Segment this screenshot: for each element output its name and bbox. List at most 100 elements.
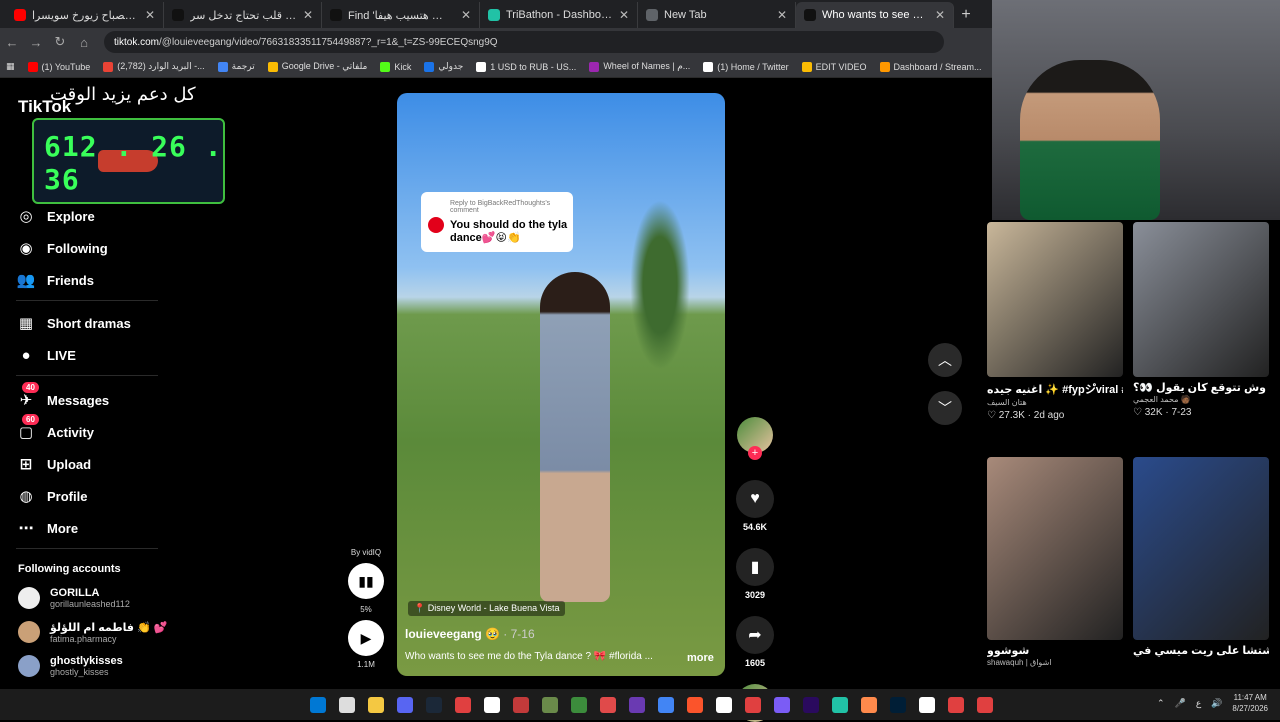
- bookmark-item[interactable]: (2,782) البريد الوارد -...: [103, 61, 205, 72]
- taskbar-app-icon[interactable]: [513, 696, 529, 713]
- close-icon[interactable]: ✕: [619, 8, 629, 22]
- browser-tab[interactable]: امرأة مريضة قلب تحتاج تدخل سر... ✕: [164, 2, 322, 28]
- video-thumbnail[interactable]: [987, 222, 1123, 377]
- bookmarks-bar: ▦ (1) YouTube (2,782) البريد الوارد -... ت…: [0, 56, 992, 78]
- bookmark-item[interactable]: Wheel of Names | م...: [589, 61, 690, 72]
- taskbar-app-icon[interactable]: [484, 696, 500, 713]
- taskbar-app-icon[interactable]: [948, 696, 964, 713]
- browser-tab[interactable]: TriBathon - Dashboard ✕: [480, 2, 638, 28]
- bookmark-favicon-icon: [801, 61, 812, 72]
- video-thumbnail[interactable]: [1133, 222, 1269, 377]
- browser-tab[interactable]: Find 'نفسك فيه مش هتسيب هيفا'... ✕: [322, 2, 480, 28]
- forward-icon[interactable]: →: [24, 35, 48, 50]
- taskbar-app-icon[interactable]: [571, 696, 587, 713]
- sidebar-item-activity[interactable]: ▢ 60 Activity: [16, 414, 158, 448]
- following-account[interactable]: GORILLA gorillaunleashed112: [18, 581, 168, 615]
- taskbar-app-icon[interactable]: [687, 696, 703, 713]
- taskbar-app-icon[interactable]: [716, 696, 732, 713]
- taskbar-app-icon[interactable]: [919, 696, 935, 713]
- taskbar-app-icon[interactable]: [629, 696, 645, 713]
- following-account[interactable]: ghostlykisses ghostly_kisses: [18, 649, 168, 683]
- windows-start-icon[interactable]: [310, 696, 326, 713]
- following-account[interactable]: فاطمه ام اللؤلؤ 👏 💕 fatima.pharmacy: [18, 615, 168, 649]
- browser-tab[interactable]: فيروزيات الصباح زيورخ سويسرا |... ✕: [6, 2, 164, 28]
- close-icon[interactable]: ✕: [777, 8, 787, 22]
- follow-plus-icon[interactable]: +: [748, 446, 762, 460]
- sidebar-item-profile[interactable]: ◍ Profile: [16, 480, 158, 512]
- bookmark-item[interactable]: Dashboard / Stream...: [879, 61, 982, 72]
- video-thumbnail[interactable]: [987, 457, 1123, 640]
- like-count: 27.3K: [998, 410, 1025, 421]
- play-button[interactable]: ▶: [348, 620, 384, 656]
- bookmark-item[interactable]: ترجمة: [217, 61, 255, 72]
- chevron-down-icon[interactable]: ﹀: [928, 391, 962, 425]
- sidebar-item-explore[interactable]: ◎ Explore: [16, 200, 158, 232]
- taskbar-app-icon[interactable]: [745, 696, 761, 713]
- taskbar-app-icon[interactable]: [977, 696, 993, 713]
- taskbar-app-icon[interactable]: [774, 696, 790, 713]
- sidebar-item-friends[interactable]: 👥 Friends: [16, 264, 158, 296]
- subathon-timer-widget: 612 . 26 . 36: [32, 118, 225, 204]
- bookmark-item[interactable]: (1) YouTube: [27, 61, 90, 72]
- address-bar[interactable]: tiktok.com /@louieveegang/video/76631833…: [104, 31, 944, 53]
- apps-icon[interactable]: ▦: [6, 61, 15, 72]
- location-tag[interactable]: 📍 Disney World - Lake Buena Vista: [408, 601, 566, 616]
- taskbar-app-icon[interactable]: [832, 696, 848, 713]
- new-tab-button[interactable]: +: [954, 2, 978, 28]
- taskbar-app-icon[interactable]: [861, 696, 877, 713]
- bookmark-item[interactable]: 1 USD to RUB - US...: [476, 61, 576, 72]
- taskbar-app-icon[interactable]: [600, 696, 616, 713]
- bookmark-label: Google Drive - ملفاتي: [281, 61, 368, 71]
- browser-tab[interactable]: New Tab ✕: [638, 2, 796, 28]
- bookmark-item[interactable]: EDIT VIDEO: [801, 61, 867, 72]
- volume-icon[interactable]: 🔊: [1211, 698, 1222, 709]
- chevron-up-icon[interactable]: ︿: [928, 343, 962, 377]
- sidebar-item-following[interactable]: ◉ Following: [16, 232, 158, 264]
- taskbar-app-icon[interactable]: [890, 696, 906, 713]
- share-icon[interactable]: ➦: [736, 616, 774, 654]
- bookmark-item[interactable]: (1) Home / Twitter: [703, 61, 789, 72]
- tab-favicon-icon: [330, 9, 342, 21]
- bookmark-item[interactable]: Google Drive - ملفاتي: [267, 61, 368, 72]
- taskbar-app-icon[interactable]: [426, 696, 442, 713]
- close-icon[interactable]: ✕: [461, 8, 471, 22]
- video-thumbnail[interactable]: [1133, 457, 1269, 640]
- home-icon[interactable]: ⌂: [72, 35, 96, 50]
- recommended-video[interactable]: اغنيه جيده ✨ #fypシ゚viral #هتان_السيف #فل…: [987, 222, 1123, 421]
- bookmark-favicon-icon: [103, 61, 114, 72]
- language-indicator[interactable]: ع: [1196, 698, 1201, 709]
- close-icon[interactable]: ✕: [145, 8, 155, 22]
- clock[interactable]: 11:47 AM 8/27/2026: [1232, 692, 1268, 714]
- taskbar-app-icon[interactable]: [803, 696, 819, 713]
- bookmark-icon[interactable]: ▮: [736, 548, 774, 586]
- bookmark-favicon-icon: [27, 61, 38, 72]
- sidebar-item-messages[interactable]: ✈ 40 Messages: [16, 382, 158, 416]
- back-icon[interactable]: ←: [0, 35, 24, 50]
- close-icon[interactable]: ✕: [935, 8, 945, 22]
- reload-icon[interactable]: ↻: [48, 34, 72, 50]
- recommended-video[interactable]: رد فعل تشتشا على ريت ميسي في fc27 🔥 😂 😮: [1133, 457, 1269, 657]
- sidebar-item-short-dramas[interactable]: ▦ Short dramas: [16, 307, 158, 339]
- close-icon[interactable]: ✕: [303, 8, 313, 22]
- browser-tab[interactable]: Who wants to see me do the... ✕: [796, 2, 954, 28]
- vidiq-stats-button[interactable]: ▮▮: [348, 563, 384, 599]
- taskbar-app-icon[interactable]: [455, 696, 471, 713]
- commenter-avatar: [428, 217, 444, 233]
- caption-more-button[interactable]: more: [687, 652, 714, 664]
- recommended-video[interactable]: شوشوو shawaquh | اشواق: [987, 457, 1123, 667]
- chevron-up-icon[interactable]: ⌃: [1157, 698, 1165, 709]
- mic-icon[interactable]: 🎤: [1175, 698, 1186, 709]
- taskbar-app-icon[interactable]: [368, 696, 384, 713]
- bookmark-item[interactable]: جدولي: [424, 61, 463, 72]
- like-icon[interactable]: ♥: [736, 480, 774, 518]
- search-icon[interactable]: [339, 696, 355, 713]
- sidebar-item-live[interactable]: ● LIVE: [16, 339, 158, 371]
- recommended-video[interactable]: وش تتوقع كان يقول 👀؟ . . . . #explore...…: [1133, 222, 1269, 418]
- taskbar-app-icon[interactable]: [397, 696, 413, 713]
- taskbar-app-icon[interactable]: [658, 696, 674, 713]
- video-author[interactable]: louieveegang 🥹 · 7-16: [405, 627, 535, 641]
- bookmark-item[interactable]: Kick: [380, 61, 411, 72]
- sidebar-item-upload[interactable]: ⊞ Upload: [16, 448, 158, 480]
- sidebar-item-more[interactable]: ⋯ More: [16, 512, 158, 544]
- taskbar-app-icon[interactable]: [542, 696, 558, 713]
